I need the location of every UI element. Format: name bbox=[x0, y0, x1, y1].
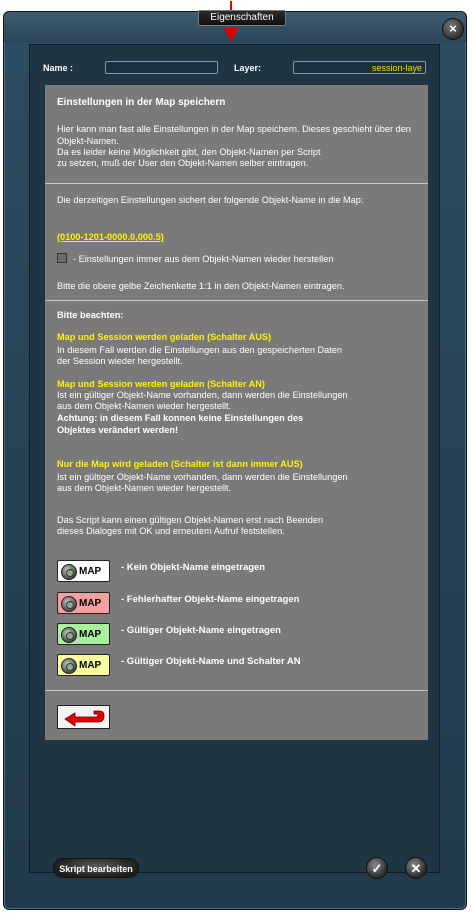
case-2-warning-line-2: Objektes verändert werden! bbox=[57, 425, 179, 435]
case-2-warning-line-1: Achtung: in diesem Fall konnen keine Ein… bbox=[57, 413, 304, 423]
name-label: Name : bbox=[43, 63, 74, 73]
ok-check-icon[interactable]: ✓ bbox=[366, 857, 388, 879]
case-3-line-2: aus dem Objekt-Namen wieder hergestellt. bbox=[57, 483, 232, 493]
intro-paragraph-1: Hier kann man fast alle Einstellungen in… bbox=[57, 124, 411, 146]
restore-checkbox-row[interactable]: - Einstellungen immer aus dem Objekt-Nam… bbox=[57, 253, 417, 266]
intro-paragraph-2-line-2: zu setzen, muß der User den Objekt-Namen… bbox=[57, 158, 309, 168]
legend-row-invalid: MAP - Fehlerhafter Objekt-Name eingetrag… bbox=[57, 592, 417, 614]
back-arrow-icon bbox=[64, 710, 105, 727]
layer-input[interactable]: session-laye bbox=[293, 61, 426, 74]
status-led-icon bbox=[61, 627, 77, 643]
case-1-line-2: der Session wieder hergestellt. bbox=[57, 356, 183, 366]
case-2-line-1: Ist ein gültiger Objekt-Name vorhanden, … bbox=[57, 390, 348, 400]
case-1-title: Map und Session werden geladen (Schalter… bbox=[57, 332, 272, 342]
info-panel: Einstellungen in der Map speichern Hier … bbox=[45, 85, 428, 740]
legend-row-none: MAP - Kein Objekt-Name eingetragen bbox=[57, 560, 417, 582]
current-instruction: Bitte die obere gelbe Zeichenkette 1:1 i… bbox=[57, 281, 345, 291]
edit-script-button[interactable]: Skript bearbeiten bbox=[53, 858, 139, 878]
map-status-button[interactable]: MAP bbox=[57, 654, 110, 676]
intro-paragraph-2-line-1: Da es leider keine Möglichkeit gibt, den… bbox=[57, 147, 321, 157]
window-title: Eigenschaften bbox=[198, 10, 286, 26]
case-2-title: Map und Session werden geladen (Schalter… bbox=[57, 379, 265, 389]
restore-checkbox-label: - Einstellungen immer aus dem Objekt-Nam… bbox=[73, 254, 334, 264]
cancel-close-icon[interactable]: ✕ bbox=[405, 857, 427, 879]
map-status-button[interactable]: MAP bbox=[57, 623, 110, 645]
case-2-line-2: aus dem Objekt-Namen wieder hergestellt. bbox=[57, 401, 232, 411]
map-status-button[interactable]: MAP bbox=[57, 592, 110, 614]
restore-checkbox[interactable] bbox=[57, 253, 67, 263]
legend-row-valid: MAP - Gültiger Objekt-Name eingetragen bbox=[57, 623, 417, 645]
status-led-icon bbox=[61, 564, 77, 580]
divider bbox=[45, 183, 428, 184]
name-input[interactable] bbox=[105, 61, 218, 74]
map-status-button[interactable]: MAP bbox=[57, 560, 110, 582]
legend-text: - Kein Objekt-Name eingetragen bbox=[121, 562, 266, 573]
status-led-icon bbox=[61, 596, 77, 612]
layer-label: Layer: bbox=[234, 63, 262, 73]
final-note-line-2: dieses Dialoges mit OK und erneutem Aufr… bbox=[57, 526, 285, 536]
divider bbox=[45, 300, 428, 301]
title-arrow-icon bbox=[224, 28, 238, 42]
divider bbox=[45, 690, 428, 691]
final-note-line-1: Das Script kann einen gültigen Objekt-Na… bbox=[57, 515, 324, 525]
case-3-title: Nur die Map wird geladen (Schalter ist d… bbox=[57, 459, 303, 469]
intro-heading: Einstellungen in der Map speichern bbox=[57, 97, 226, 108]
case-3-line-1: Ist ein gültiger Objekt-Name vorhanden, … bbox=[57, 472, 348, 482]
status-led-icon bbox=[61, 658, 77, 674]
notes-heading: Bitte beachten: bbox=[57, 310, 124, 320]
legend-row-valid-switch-on: MAP - Gültiger Objekt-Name und Schalter … bbox=[57, 654, 417, 676]
object-name-code[interactable]: (0100-1201-0000.0,000.5) bbox=[57, 232, 164, 244]
legend-text: - Fehlerhafter Objekt-Name eingetragen bbox=[121, 594, 300, 605]
case-1-line-1: In diesem Fall werden die Einstellungen … bbox=[57, 345, 342, 355]
legend-text: - Gültiger Objekt-Name und Schalter AN bbox=[121, 656, 301, 667]
current-paragraph: Die derzeitigen Einstellungen sichert de… bbox=[57, 195, 364, 205]
legend-text: - Gültiger Objekt-Name eingetragen bbox=[121, 625, 281, 636]
back-button[interactable] bbox=[57, 705, 110, 729]
close-icon[interactable]: × bbox=[442, 18, 464, 40]
